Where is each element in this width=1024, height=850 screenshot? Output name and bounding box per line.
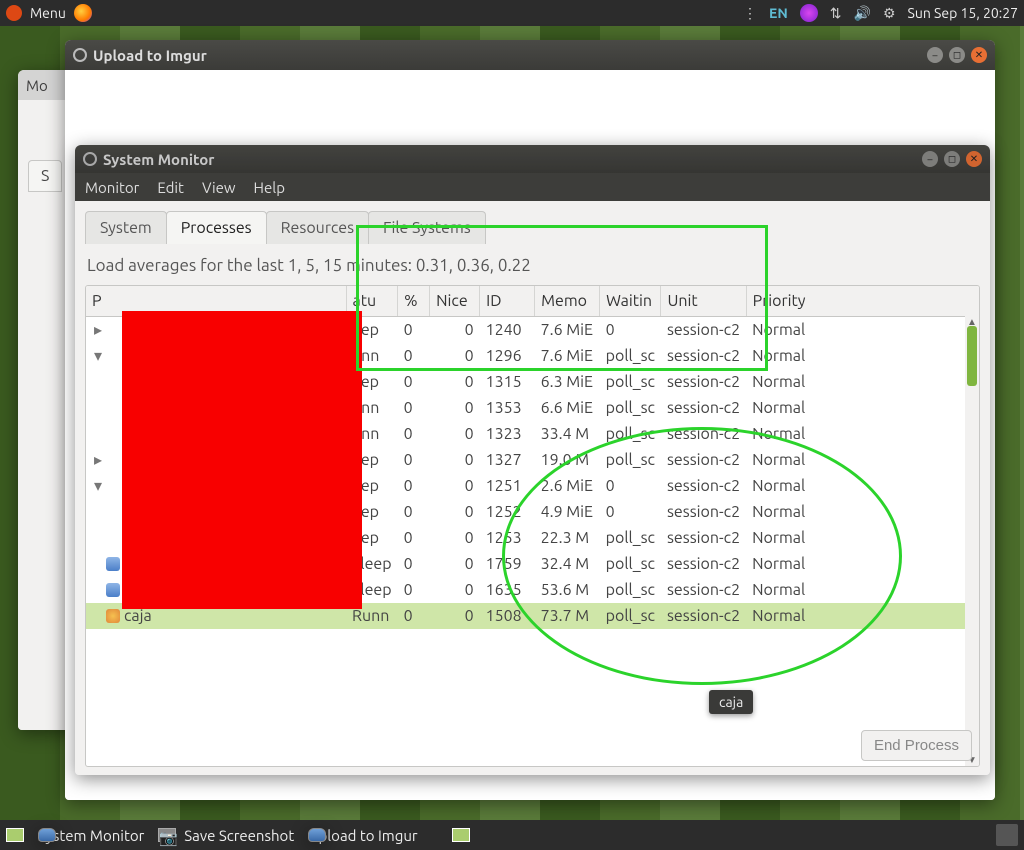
sm-maximize-button[interactable]: ◻ <box>944 151 960 167</box>
taskbar-window-icon <box>38 828 56 842</box>
cell-id: 1327 <box>480 447 535 473</box>
imgur-titlebar[interactable]: Upload to Imgur – ◻ ✕ <box>65 40 995 70</box>
cell-cpu: 0 <box>398 421 430 447</box>
tab-resources[interactable]: Resources <box>266 211 369 244</box>
cell-cpu: 0 <box>398 369 430 395</box>
cell-id: 1323 <box>480 421 535 447</box>
cell-nice: 0 <box>430 473 480 499</box>
cell-waiting: poll_sc <box>600 395 661 421</box>
annotation-red-block <box>122 311 362 609</box>
bottom-panel: System Monitor 📷 Save Screenshot Upload … <box>0 820 1024 850</box>
dots-icon: ⋮ <box>743 5 757 22</box>
tree-expander-icon[interactable]: ▾ <box>92 346 104 365</box>
cell-cpu: 0 <box>398 603 430 629</box>
taskbar-item-upload-imgur[interactable]: Upload to Imgur <box>308 827 417 844</box>
end-process-button[interactable]: End Process <box>861 730 972 761</box>
cell-cpu: 0 <box>398 395 430 421</box>
maximize-button[interactable]: ◻ <box>949 47 965 63</box>
cell-cpu: 0 <box>398 551 430 577</box>
keyboard-language-indicator[interactable]: EN <box>769 5 788 21</box>
tree-expander-icon[interactable]: ▾ <box>92 476 104 495</box>
tree-expander-icon[interactable]: ▸ <box>92 320 104 339</box>
cell-priority: Normal <box>746 317 979 343</box>
cell-nice: 0 <box>430 551 480 577</box>
process-tooltip: caja <box>709 690 753 714</box>
cell-nice: 0 <box>430 447 480 473</box>
cell-memory: 6.3 MiE <box>535 369 600 395</box>
cell-priority: Normal <box>746 395 979 421</box>
annotation-green-rect <box>356 225 768 371</box>
taskbar-window-icon <box>308 828 326 842</box>
cell-nice: 0 <box>430 369 480 395</box>
screenshot-app-icon[interactable] <box>800 4 818 22</box>
annotation-green-ellipse <box>502 427 902 685</box>
system-monitor-title: System Monitor <box>103 151 214 168</box>
volume-icon[interactable]: 🔊 <box>854 5 871 22</box>
firefox-icon[interactable] <box>74 4 92 22</box>
cell-id: 1353 <box>480 395 535 421</box>
cell-nice: 0 <box>430 603 480 629</box>
user-avatar-icon[interactable] <box>996 824 1018 846</box>
imgur-app-icon <box>73 48 87 62</box>
menu-monitor[interactable]: Monitor <box>85 179 139 196</box>
system-monitor-app-icon <box>83 152 97 166</box>
close-button[interactable]: ✕ <box>971 47 987 63</box>
system-monitor-menubar: Monitor Edit View Help <box>75 173 990 201</box>
sm-close-button[interactable]: ✕ <box>966 151 982 167</box>
ubuntu-logo-icon[interactable] <box>6 5 22 21</box>
tab-system[interactable]: System <box>85 211 167 244</box>
settings-gear-icon[interactable]: ⚙ <box>883 5 896 22</box>
camera-icon: 📷 <box>158 828 176 842</box>
cell-cpu: 0 <box>398 577 430 603</box>
network-icon[interactable]: ⇅ <box>830 5 842 22</box>
imgur-window-title: Upload to Imgur <box>93 47 207 64</box>
scrollbar-thumb[interactable] <box>967 326 977 386</box>
system-monitor-titlebar[interactable]: System Monitor – ◻ ✕ <box>75 145 990 173</box>
cell-unit: session-c2 <box>661 395 746 421</box>
cell-cpu: 0 <box>398 447 430 473</box>
minimize-button[interactable]: – <box>927 47 943 63</box>
menu-view[interactable]: View <box>202 179 236 196</box>
process-icon <box>106 609 120 623</box>
col-priority[interactable]: Priority <box>746 286 979 317</box>
cell-cpu: 0 <box>398 499 430 525</box>
menu-button[interactable]: Menu <box>30 5 66 21</box>
tab-processes[interactable]: Processes <box>166 211 267 244</box>
show-desktop-icon[interactable] <box>6 828 24 842</box>
cell-nice: 0 <box>430 421 480 447</box>
background-window-title: Mo <box>26 77 48 94</box>
taskbar-item-save-screenshot[interactable]: 📷 Save Screenshot <box>158 827 294 844</box>
taskbar-label: Save Screenshot <box>184 827 294 844</box>
cell-memory: 6.6 MiE <box>535 395 600 421</box>
cell-waiting: poll_sc <box>600 369 661 395</box>
cell-cpu: 0 <box>398 473 430 499</box>
process-icon <box>106 557 120 571</box>
top-panel: Menu ⋮ EN ⇅ 🔊 ⚙ Sun Sep 15, 20:27 <box>0 0 1024 26</box>
cell-unit: session-c2 <box>661 369 746 395</box>
tree-expander-icon[interactable]: ▸ <box>92 450 104 469</box>
menu-edit[interactable]: Edit <box>157 179 184 196</box>
cell-nice: 0 <box>430 577 480 603</box>
workspace-switcher-icon[interactable] <box>452 828 470 842</box>
cell-memory: 33.4 M <box>535 421 600 447</box>
background-tab[interactable]: S <box>28 160 62 192</box>
sm-minimize-button[interactable]: – <box>922 151 938 167</box>
taskbar-item-system-monitor[interactable]: System Monitor <box>38 827 144 844</box>
cell-priority: Normal <box>746 369 979 395</box>
cell-nice: 0 <box>430 499 480 525</box>
menu-help[interactable]: Help <box>254 179 285 196</box>
clock[interactable]: Sun Sep 15, 20:27 <box>908 5 1018 21</box>
cell-cpu: 0 <box>398 525 430 551</box>
process-icon <box>106 583 120 597</box>
vertical-scrollbar[interactable]: ▲ ▼ <box>965 316 979 766</box>
cell-nice: 0 <box>430 395 480 421</box>
cell-id: 1315 <box>480 369 535 395</box>
cell-priority: Normal <box>746 343 979 369</box>
cell-nice: 0 <box>430 525 480 551</box>
